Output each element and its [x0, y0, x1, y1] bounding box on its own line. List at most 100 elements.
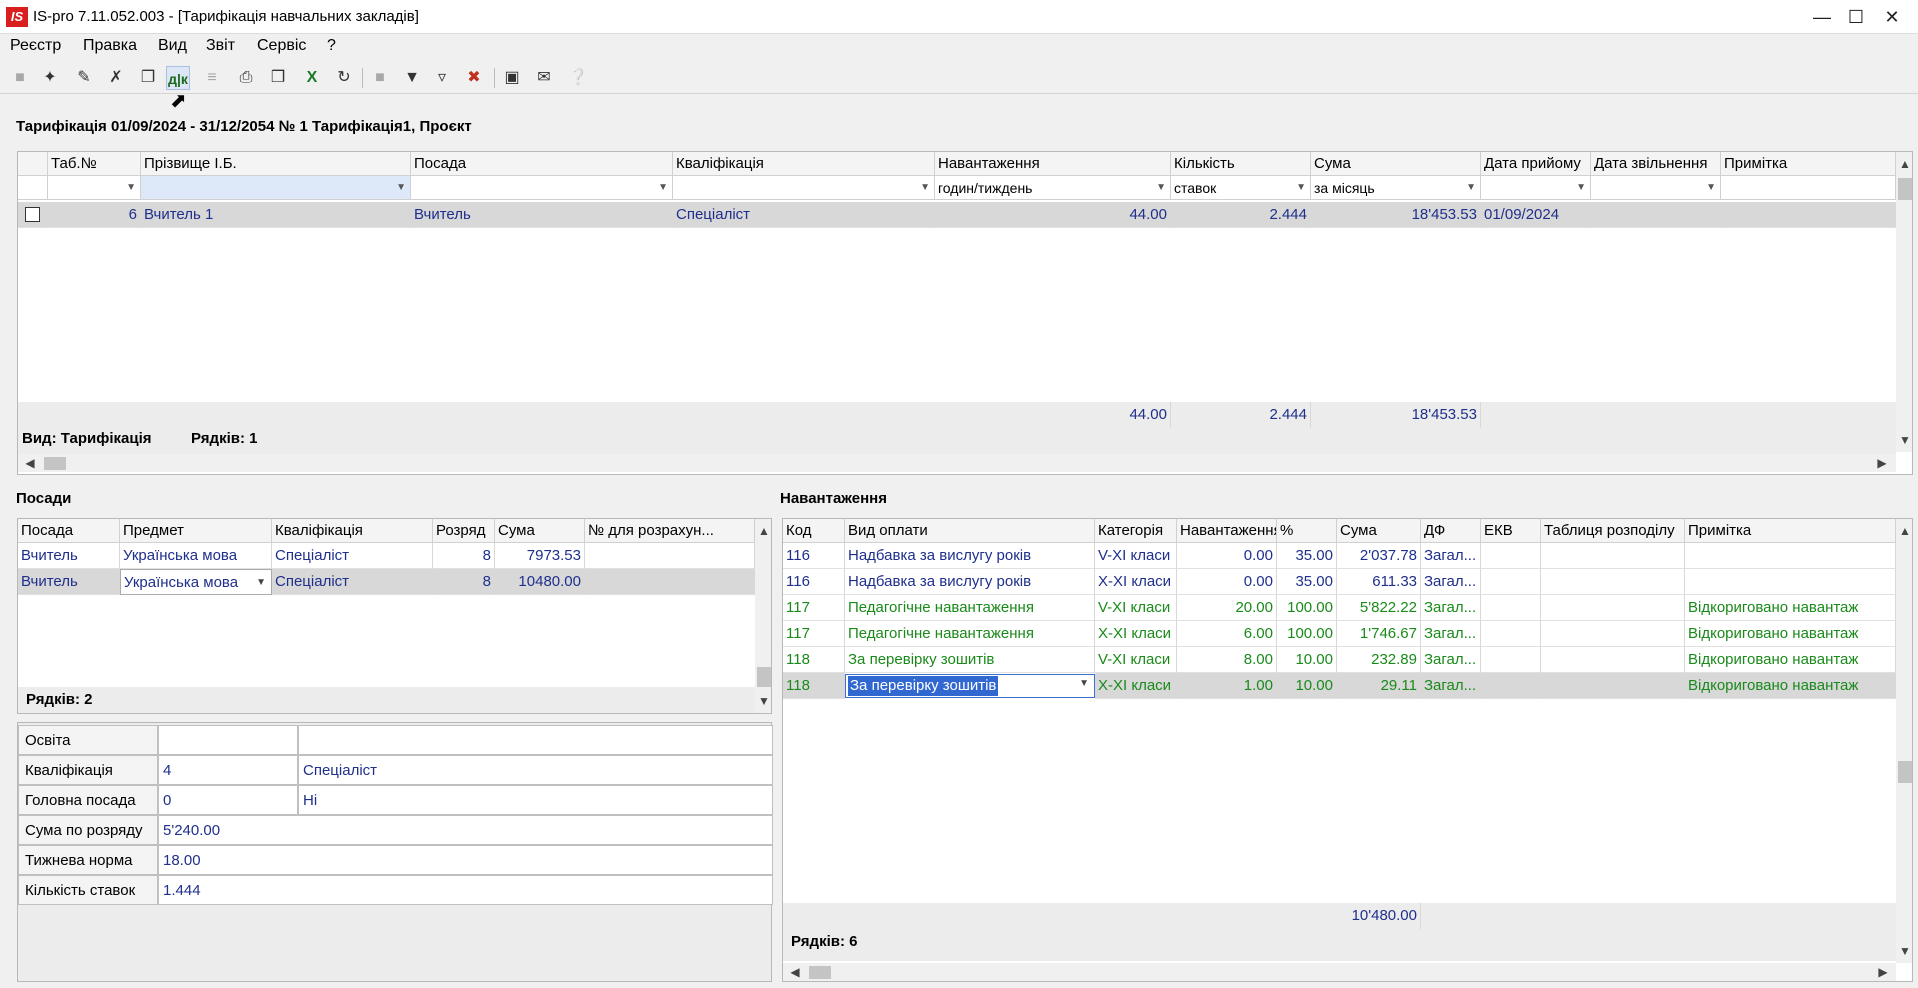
- column-header-subject[interactable]: Предмет: [120, 519, 272, 543]
- cell-code[interactable]: 117: [783, 621, 845, 647]
- cell-sum[interactable]: 1'746.67: [1337, 621, 1421, 647]
- cell-tab[interactable]: 6: [48, 202, 141, 228]
- cell-ekv[interactable]: [1481, 647, 1541, 673]
- cell-code[interactable]: 116: [783, 569, 845, 595]
- column-header-qualification[interactable]: Кваліфікація: [272, 519, 433, 543]
- mail-icon[interactable]: ✉: [532, 66, 556, 90]
- chevron-down-icon[interactable]: ▼: [256, 570, 266, 594]
- cell-category[interactable]: X-XI класи: [1095, 621, 1177, 647]
- cell-ekv[interactable]: [1481, 543, 1541, 569]
- new-document-icon[interactable]: ✦: [38, 66, 62, 90]
- scroll-left-icon[interactable]: ◀: [22, 455, 38, 471]
- column-header-ekv[interactable]: ЕКВ: [1481, 519, 1541, 543]
- debit-credit-button[interactable]: д|к: [166, 66, 190, 90]
- main-horizontal-scrollbar[interactable]: ◀ ▶: [18, 454, 1896, 472]
- filter-note[interactable]: [1721, 176, 1896, 200]
- cell-ekv[interactable]: [1481, 621, 1541, 647]
- cell-note[interactable]: Відкориговано навантаж: [1685, 673, 1896, 699]
- scroll-right-icon[interactable]: ▶: [1875, 964, 1891, 980]
- cell-hire-date[interactable]: 01/09/2024: [1481, 202, 1591, 228]
- export-icon[interactable]: ❒: [266, 66, 290, 90]
- cell-load[interactable]: 6.00: [1177, 621, 1277, 647]
- main-vertical-scrollbar[interactable]: ▲ ▼: [1896, 152, 1912, 452]
- cell-percent[interactable]: 10.00: [1277, 647, 1337, 673]
- filter-load[interactable]: годин/тиждень ▼: [935, 176, 1171, 200]
- cell-category[interactable]: V-XI класи: [1095, 647, 1177, 673]
- cell-distribution-table[interactable]: [1541, 673, 1685, 699]
- row-checkbox[interactable]: [25, 207, 40, 222]
- cell-code[interactable]: 117: [783, 595, 845, 621]
- cell-percent[interactable]: 100.00: [1277, 595, 1337, 621]
- load-horizontal-scrollbar[interactable]: ◀ ▶: [783, 963, 1896, 981]
- cell-qualification[interactable]: Спеціаліст: [272, 569, 433, 595]
- column-header-load[interactable]: Навантаження: [935, 152, 1171, 176]
- cell-df[interactable]: Загал...: [1421, 543, 1481, 569]
- prop-grade-sum-value[interactable]: 5'240.00: [158, 815, 773, 845]
- cell-note[interactable]: Відкориговано навантаж: [1685, 621, 1896, 647]
- cell-sum[interactable]: 29.11: [1337, 673, 1421, 699]
- cell-load[interactable]: 1.00: [1177, 673, 1277, 699]
- cell-qualification[interactable]: Спеціаліст: [272, 543, 433, 569]
- close-button[interactable]: ✕: [1872, 4, 1912, 30]
- cell-grade[interactable]: 8: [433, 569, 495, 595]
- column-header-note[interactable]: Примітка: [1721, 152, 1896, 176]
- column-header-fire-date[interactable]: Дата звільнення: [1591, 152, 1721, 176]
- cell-distribution-table[interactable]: [1541, 621, 1685, 647]
- column-header-check[interactable]: [18, 152, 48, 176]
- prop-rates-count-value[interactable]: 1.444: [158, 875, 773, 905]
- cell-category[interactable]: X-XI класи: [1095, 673, 1177, 699]
- column-header-distribution-table[interactable]: Таблиця розподілу: [1541, 519, 1685, 543]
- filter-count[interactable]: ставок ▼: [1171, 176, 1311, 200]
- cell-count[interactable]: 2.444: [1171, 202, 1311, 228]
- cell-df[interactable]: Загал...: [1421, 595, 1481, 621]
- refresh-icon[interactable]: ↻: [332, 66, 356, 90]
- cell-code[interactable]: 116: [783, 543, 845, 569]
- cell-df[interactable]: Загал...: [1421, 673, 1481, 699]
- filter-tab[interactable]: ▼: [48, 176, 141, 200]
- cell-payment-type[interactable]: Педагогічне навантаження: [845, 621, 1095, 647]
- cell-ekv[interactable]: [1481, 569, 1541, 595]
- scroll-up-icon[interactable]: ▲: [1897, 156, 1912, 172]
- clear-filter-icon[interactable]: ✖: [462, 66, 486, 90]
- print-icon[interactable]: ⎙: [234, 66, 258, 90]
- scroll-thumb[interactable]: [1898, 178, 1912, 200]
- filter-position[interactable]: ▼: [411, 176, 673, 200]
- cell-code[interactable]: 118: [783, 673, 845, 699]
- column-header-category[interactable]: Категорія: [1095, 519, 1177, 543]
- scroll-right-icon[interactable]: ▶: [1874, 455, 1890, 471]
- menu-service[interactable]: Сервіс: [257, 37, 306, 55]
- cell-note[interactable]: Відкориговано навантаж: [1685, 595, 1896, 621]
- filter-hire-date[interactable]: ▼: [1481, 176, 1591, 200]
- folder-icon[interactable]: ■: [8, 66, 32, 90]
- scroll-up-icon[interactable]: ▲: [756, 523, 771, 539]
- cell-note[interactable]: [1721, 202, 1896, 228]
- excel-icon[interactable]: X: [300, 66, 324, 90]
- filter-name[interactable]: ▼: [141, 176, 411, 200]
- cell-payment-type[interactable]: Надбавка за вислугу років: [845, 543, 1095, 569]
- cell-load[interactable]: 20.00: [1177, 595, 1277, 621]
- column-header-load[interactable]: Навантаження: [1177, 519, 1277, 543]
- row-checkbox-cell[interactable]: [18, 202, 48, 228]
- cell-load[interactable]: 0.00: [1177, 569, 1277, 595]
- cell-position[interactable]: Вчитель: [411, 202, 673, 228]
- cell-distribution-table[interactable]: [1541, 569, 1685, 595]
- prop-main-position-value[interactable]: 0: [158, 785, 298, 815]
- cell-fire-date[interactable]: [1591, 202, 1721, 228]
- help-icon[interactable]: ❔: [566, 66, 590, 90]
- cell-sum[interactable]: 5'822.22: [1337, 595, 1421, 621]
- column-header-note[interactable]: Примітка: [1685, 519, 1896, 543]
- payment-type-dropdown[interactable]: За перевірку зошитів ▼: [845, 674, 1095, 698]
- column-header-sum[interactable]: Сума: [1311, 152, 1481, 176]
- cell-note[interactable]: Відкориговано навантаж: [1685, 647, 1896, 673]
- cell-grade[interactable]: 8: [433, 543, 495, 569]
- cell-df[interactable]: Загал...: [1421, 569, 1481, 595]
- copy-icon[interactable]: ❐: [136, 66, 160, 90]
- form-icon[interactable]: ▣: [500, 66, 524, 90]
- cell-payment-type[interactable]: Надбавка за вислугу років: [845, 569, 1095, 595]
- scroll-left-icon[interactable]: ◀: [787, 964, 803, 980]
- menu-view[interactable]: Вид: [158, 37, 187, 55]
- menu-help[interactable]: ?: [327, 37, 336, 55]
- scroll-thumb[interactable]: [1898, 761, 1912, 783]
- column-header-count[interactable]: Кількість: [1171, 152, 1311, 176]
- column-header-percent[interactable]: %: [1277, 519, 1337, 543]
